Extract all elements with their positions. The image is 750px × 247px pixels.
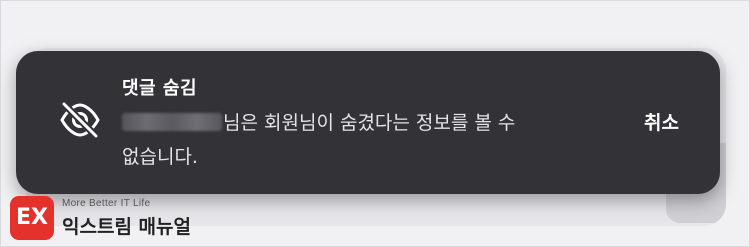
hide-comment-toast: 댓글 숨김 님은 회원님이 숨겼다는 정보를 볼 수 없습니다. 취소 — [16, 51, 720, 194]
toast-message-line1: 님은 회원님이 숨겼다는 정보를 볼 수 — [223, 112, 516, 134]
brand-name: 익스트림 매뉴얼 — [62, 216, 191, 238]
redacted-username — [122, 113, 222, 131]
brand-logo: EX — [10, 196, 54, 240]
brand-tagline: More Better IT Life — [62, 198, 151, 209]
cancel-button[interactable]: 취소 — [644, 108, 679, 135]
toast-message: 님은 회원님이 숨겼다는 정보를 볼 수 없습니다. — [122, 106, 612, 174]
toast-title: 댓글 숨김 — [122, 78, 198, 99]
eye-off-icon — [58, 100, 102, 140]
toast-message-line2: 없습니다. — [122, 146, 198, 168]
